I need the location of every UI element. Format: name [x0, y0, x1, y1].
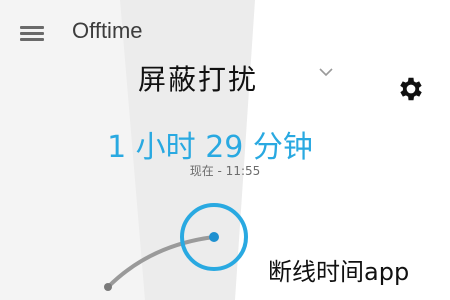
app-title: Offtime	[72, 18, 143, 43]
chevron-down-icon	[319, 68, 333, 77]
gear-icon[interactable]	[396, 74, 426, 104]
mode-label: 屏蔽打扰	[138, 63, 259, 96]
dial-handle-center	[209, 232, 219, 242]
mode-dropdown[interactable]: 屏蔽打扰	[120, 58, 340, 98]
dial-start-dot	[104, 283, 112, 291]
caption-text: 断线时间app	[268, 258, 410, 286]
timer-duration: 1 小时 29 分钟	[107, 130, 313, 165]
current-time-label: 现在 - 11:55	[189, 164, 261, 178]
dial-track	[106, 235, 216, 289]
app-toolbar: Offtime	[0, 0, 450, 66]
hamburger-menu-icon[interactable]	[20, 24, 46, 44]
